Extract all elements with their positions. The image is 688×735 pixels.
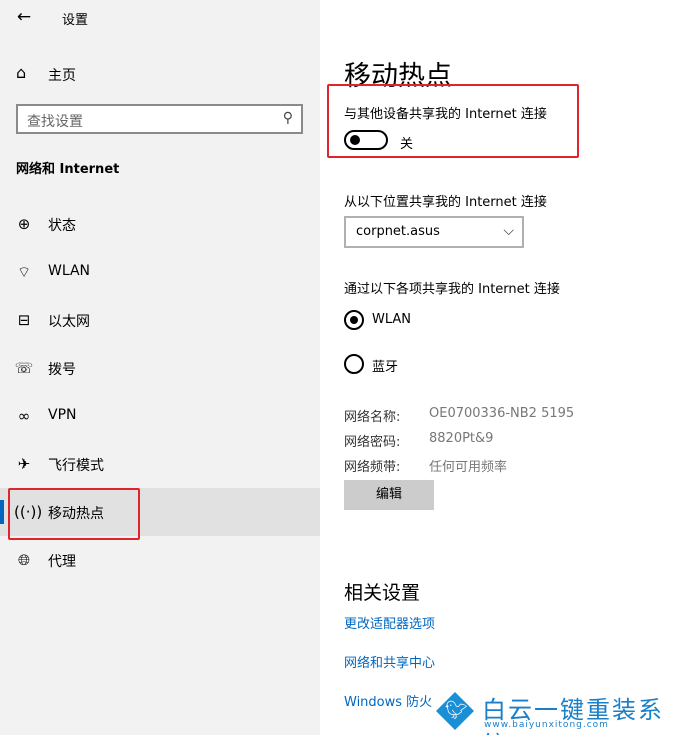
related-settings-title: 相关设置 <box>344 582 421 604</box>
sidebar-item-label: 拨号 <box>48 362 76 378</box>
network-band-key: 网络频带: <box>344 460 401 475</box>
airplane-icon: ✈ <box>17 455 31 473</box>
sidebar-item-airplane-mode[interactable]: ✈ 飞行模式 <box>0 440 320 488</box>
search-input[interactable]: 查找设置 ⚲ <box>16 104 303 134</box>
globe-status-icon: ⊕ <box>17 215 31 233</box>
source-value: corpnet.asus <box>356 224 440 239</box>
search-placeholder: 查找设置 <box>27 114 83 130</box>
network-password-key: 网络密码: <box>344 435 401 450</box>
edit-button[interactable]: 编辑 <box>344 480 434 510</box>
share-via-label: 通过以下各项共享我的 Internet 连接 <box>344 282 560 297</box>
highlight-box-sidebar <box>8 488 140 540</box>
home-label: 主页 <box>48 68 76 84</box>
sidebar-item-label: 飞行模式 <box>48 458 104 474</box>
network-password-value: 8820Pt&9 <box>429 431 494 446</box>
watermark-url: www.baiyunxitong.com <box>484 720 609 730</box>
highlight-box-toggle <box>327 84 579 158</box>
settings-sidebar: ← 设置 ⌂ 主页 查找设置 ⚲ 网络和 Internet ⊕ 状态 ⌔ WLA… <box>0 0 320 735</box>
radio-wlan[interactable] <box>344 310 364 330</box>
sidebar-item-label: 以太网 <box>48 314 90 330</box>
chevron-down-icon: ⌵ <box>503 223 514 239</box>
radio-bluetooth[interactable] <box>344 354 364 374</box>
globe-icon: 🌐︎ <box>17 551 30 569</box>
network-name-key: 网络名称: <box>344 410 401 425</box>
home-icon: ⌂ <box>16 63 27 82</box>
section-title: 网络和 Internet <box>16 162 120 177</box>
vpn-icon: ∞ <box>17 407 31 425</box>
active-indicator <box>0 500 4 524</box>
radio-wlan-label[interactable]: WLAN <box>372 312 411 327</box>
sidebar-item-vpn[interactable]: ∞ VPN <box>0 392 320 440</box>
sidebar-item-proxy[interactable]: 🌐︎ 代理 <box>0 536 320 584</box>
bird-logo-icon: 🐦︎ <box>436 692 474 730</box>
title-bar: ← 设置 <box>0 0 320 36</box>
sidebar-item-label: VPN <box>48 407 77 423</box>
window-title: 设置 <box>62 13 89 28</box>
sidebar-item-label: 代理 <box>48 554 76 570</box>
link-windows-firewall[interactable]: Windows 防火墙 <box>344 691 445 710</box>
sidebar-item-label: 状态 <box>48 218 76 234</box>
sidebar-item-dialup[interactable]: ☏ 拨号 <box>0 344 320 392</box>
source-dropdown[interactable]: corpnet.asus ⌵ <box>344 216 524 248</box>
network-band-value: 任何可用频率 <box>429 460 508 475</box>
back-arrow-icon[interactable]: ← <box>10 4 38 32</box>
sidebar-item-status[interactable]: ⊕ 状态 <box>0 200 320 248</box>
wifi-icon: ⌔ <box>16 263 32 281</box>
link-adapter-options[interactable]: 更改适配器选项 <box>344 613 435 632</box>
source-label: 从以下位置共享我的 Internet 连接 <box>344 195 547 210</box>
radio-selected-dot <box>350 316 358 324</box>
dialup-icon: ☏ <box>14 359 34 377</box>
radio-bluetooth-label[interactable]: 蓝牙 <box>372 356 398 375</box>
watermark: 🐦︎ 白云一键重装系统 www.baiyunxitong.com <box>432 688 688 735</box>
ethernet-icon: ⊟ <box>17 311 31 329</box>
search-icon[interactable]: ⚲ <box>283 110 293 126</box>
sidebar-item-wlan[interactable]: ⌔ WLAN <box>0 248 320 296</box>
sidebar-item-label: WLAN <box>48 263 91 279</box>
network-name-value: OE0700336-NB2 5195 <box>429 406 575 421</box>
link-network-sharing-center[interactable]: 网络和共享中心 <box>344 652 435 671</box>
sidebar-item-ethernet[interactable]: ⊟ 以太网 <box>0 296 320 344</box>
sidebar-item-home[interactable]: ⌂ 主页 <box>0 58 320 88</box>
